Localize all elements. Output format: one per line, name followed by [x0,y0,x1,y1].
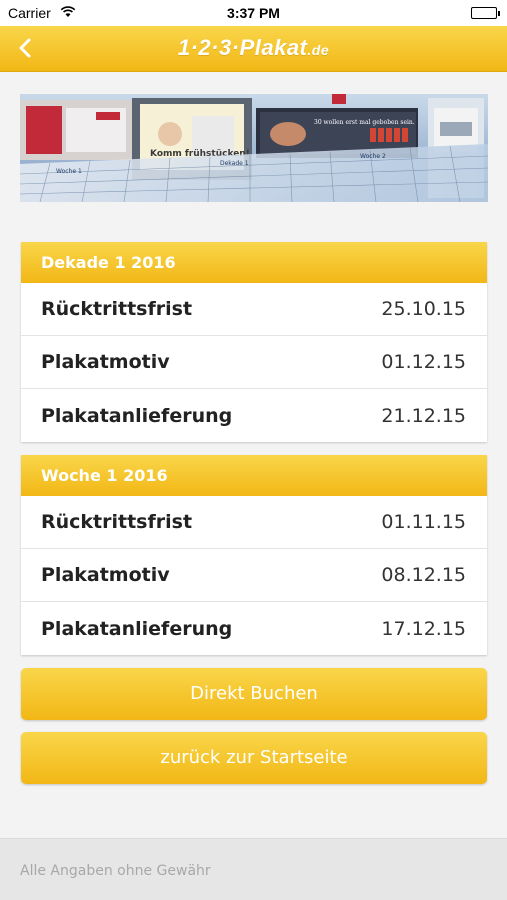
row-label: Plakatanlieferung [41,617,233,640]
row-value: 17.12.15 [381,617,466,640]
section-header: Dekade 1 2016 [21,242,487,283]
footer: Alle Angaben ohne Gewähr [0,838,507,900]
row-label: Rücktrittsfrist [41,511,193,533]
row-value: 01.11.15 [381,511,466,533]
section-dekade-1-2016: Dekade 1 2016 Rücktrittsfrist 25.10.15 P… [21,242,487,442]
list-item: Rücktrittsfrist 25.10.15 [21,283,487,336]
row-label: Plakatmotiv [41,351,170,373]
banner-calendar-label-2: Dekade 1 [220,160,249,167]
disclaimer-text: Alle Angaben ohne Gewähr [20,863,211,879]
row-label: Rücktrittsfrist [41,298,193,320]
row-label: Plakatanlieferung [41,404,233,427]
book-now-button[interactable]: Direkt Buchen [21,668,487,720]
row-value: 08.12.15 [381,564,466,586]
battery-icon [471,7,500,19]
list-item: Plakatanlieferung 17.12.15 [21,602,487,655]
banner-illustration: Komm frühstücken! 30 wollen erst mal geb… [20,94,488,202]
app-logo: 1·2·3·Plakat.de [0,35,507,61]
banner-calendar-label-3: Woche 2 [360,153,386,160]
row-value: 01.12.15 [381,351,466,373]
section-header: Woche 1 2016 [21,455,487,496]
banner-calendar-label-1: Woche 1 [56,168,82,175]
list-item: Plakatmotiv 08.12.15 [21,549,487,602]
row-label: Plakatmotiv [41,564,170,586]
section-woche-1-2016: Woche 1 2016 Rücktrittsfrist 01.11.15 Pl… [21,455,487,655]
list-item: Plakatmotiv 01.12.15 [21,336,487,389]
clock: 3:37 PM [227,5,280,21]
list-item: Plakatanlieferung 21.12.15 [21,389,487,442]
row-value: 21.12.15 [381,404,466,427]
status-bar: Carrier 3:37 PM [0,0,507,26]
logo-text: 1·2·3·Plakat [177,35,308,60]
back-to-home-button[interactable]: zurück zur Startseite [21,732,487,784]
banner-slogan-2: 30 wollen erst mal geboben sein. [314,119,415,126]
nav-bar: 1·2·3·Plakat.de [0,26,507,72]
list-item: Rücktrittsfrist 01.11.15 [21,496,487,549]
row-value: 25.10.15 [381,298,466,320]
logo-domain: .de [307,42,330,58]
hero-banner-image: Komm frühstücken! 30 wollen erst mal geb… [20,94,488,202]
